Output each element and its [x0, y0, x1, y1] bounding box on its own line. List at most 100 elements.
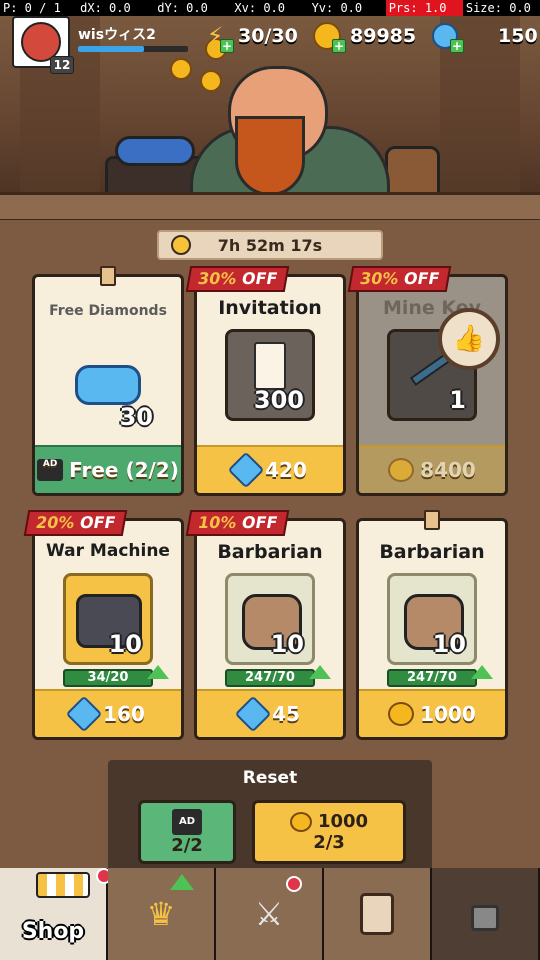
- reset-ad-count: 2/2: [171, 834, 203, 856]
- crown-coin-icon: +: [310, 19, 346, 53]
- card-price-button: 8400: [359, 445, 505, 493]
- card-price-button[interactable]: 45: [197, 689, 343, 737]
- discount-ribbon: 10% OFF: [185, 510, 290, 536]
- dwarf-beard: [235, 116, 305, 196]
- card-price: 420: [265, 458, 307, 482]
- add-diamond-icon[interactable]: +: [450, 39, 464, 53]
- diamond-icon: [65, 695, 103, 733]
- upgrade-arrow-icon: [471, 665, 493, 679]
- thumbs-up-icon: 👍: [438, 308, 500, 370]
- diamond-icon: +: [428, 19, 464, 53]
- debug-xv: Xv: 0.0: [234, 1, 285, 15]
- shop-card-mine-key: Mine Key 1 8400: [356, 274, 508, 496]
- gold-coin-icon: [289, 811, 312, 832]
- card-price: Free (2/2): [69, 458, 179, 482]
- discount-word: OFF: [402, 269, 442, 288]
- gold-counter[interactable]: + 89985: [310, 18, 416, 54]
- energy-value: 30/30: [238, 25, 298, 47]
- item-frame: 10: [63, 573, 153, 665]
- discount-word: OFF: [78, 513, 118, 532]
- tab-locked: [432, 868, 540, 960]
- card-title: Free Diamonds: [49, 303, 167, 319]
- diamond-icon: [234, 695, 272, 733]
- card-progress: 34/20: [63, 665, 169, 687]
- reset-gold-count: 2/3: [313, 832, 345, 853]
- reset-panel: Reset AD 2/2 1000 2/3: [108, 760, 432, 872]
- gold-coin-icon: [388, 458, 415, 482]
- card-title: Barbarian: [217, 541, 323, 563]
- card-price: 45: [272, 702, 300, 726]
- discount-word: OFF: [240, 269, 280, 288]
- tab-shop-label: Shop: [21, 919, 85, 944]
- upgrade-arrow-icon: [147, 665, 169, 679]
- shop-card-free-diamonds[interactable]: Free Diamonds 30 AD Free (2/2): [32, 274, 184, 496]
- reset-gold-button[interactable]: 1000 2/3: [252, 800, 406, 864]
- item-frame: 10: [387, 573, 477, 665]
- pin-icon: [100, 266, 116, 286]
- upgrade-arrow-icon: [170, 874, 194, 890]
- card-qty: 10: [432, 630, 466, 658]
- diamond-value: 150: [498, 25, 538, 47]
- discount-percent: 20%: [34, 513, 77, 532]
- crown-icon: ♛: [146, 895, 176, 933]
- debug-overlay: P: 0 / 1 dX: 0.0 dY: 0.0 Xv: 0.0 Yv: 0.0…: [0, 0, 540, 16]
- debug-dx: dX: 0.0: [80, 1, 131, 15]
- card-price-button[interactable]: 160: [35, 689, 181, 737]
- player-level-badge: 12: [50, 56, 74, 74]
- gold-coin-icon: [388, 702, 415, 726]
- reset-gold-cost: 1000: [317, 811, 369, 832]
- shop-card-barbarian-diamond[interactable]: Barbarian 10 247/70 45: [194, 518, 346, 740]
- discount-ribbon: 30% OFF: [185, 266, 290, 292]
- card-title: Barbarian: [379, 541, 485, 563]
- diamond-cluster-icon: [75, 365, 141, 405]
- shop-card-barbarian-gold[interactable]: Barbarian 10 247/70 1000: [356, 518, 508, 740]
- card-progress: 247/70: [225, 665, 331, 687]
- progress-text: 247/70: [407, 670, 457, 685]
- card-price-button[interactable]: 1000: [359, 689, 505, 737]
- notification-dot: [286, 876, 302, 892]
- tab-heroes[interactable]: ♛: [108, 868, 216, 960]
- tab-shop[interactable]: Shop: [0, 868, 112, 960]
- xp-bar-fill: [78, 46, 144, 52]
- lightning-icon: ⚡ +: [206, 22, 234, 53]
- add-energy-icon[interactable]: +: [220, 39, 234, 53]
- crossed-swords-icon: ⚔: [254, 895, 284, 933]
- ad-video-icon: AD: [37, 459, 64, 481]
- upgrade-arrow-icon: [309, 665, 331, 679]
- ad-label: AD: [178, 816, 196, 827]
- card-price-button[interactable]: 420: [197, 445, 343, 493]
- discount-percent: 30%: [196, 269, 239, 288]
- add-gold-icon[interactable]: +: [332, 39, 346, 53]
- card-price-button[interactable]: AD Free (2/2): [35, 445, 181, 493]
- xp-bar: [78, 46, 188, 52]
- card-title: Invitation: [218, 297, 322, 319]
- diamond-icon: [227, 451, 265, 489]
- gold-value: 89985: [350, 25, 417, 47]
- timer-value: 7h 52m 17s: [217, 235, 323, 255]
- ad-video-icon: AD: [172, 808, 202, 835]
- discount-percent: 30%: [358, 269, 401, 288]
- progress-text: 34/20: [87, 670, 129, 685]
- tab-battle[interactable]: ⚔: [216, 868, 324, 960]
- shelf-divider: [0, 192, 540, 222]
- discount-word: OFF: [240, 513, 280, 532]
- scroll-icon: [254, 342, 286, 390]
- reset-ad-button[interactable]: AD 2/2: [138, 800, 236, 864]
- shop-card-invitation[interactable]: Invitation 300 420: [194, 274, 346, 496]
- tab-cards[interactable]: [324, 868, 432, 960]
- clock-icon: [171, 235, 191, 255]
- lock-icon: [471, 905, 499, 931]
- card-qty: 10: [270, 630, 304, 658]
- top-bar: 12 wisウィス2 ⚡ + 30/30 + 89985 + 150: [0, 16, 540, 76]
- shop-card-war-machine[interactable]: War Machine 10 34/20 160: [32, 518, 184, 740]
- progress-text: 247/70: [245, 670, 295, 685]
- diamond-counter[interactable]: + 150: [428, 18, 538, 54]
- debug-pressure: Prs: 1.0: [385, 0, 463, 16]
- gem-pile: [115, 136, 195, 166]
- card-progress: 247/70: [387, 665, 493, 687]
- discount-percent: 10%: [196, 513, 239, 532]
- card-icon: [360, 893, 394, 935]
- debug-size: Size: 0.0: [465, 1, 531, 15]
- energy-counter[interactable]: ⚡ + 30/30: [198, 18, 298, 54]
- discount-ribbon: 30% OFF: [347, 266, 452, 292]
